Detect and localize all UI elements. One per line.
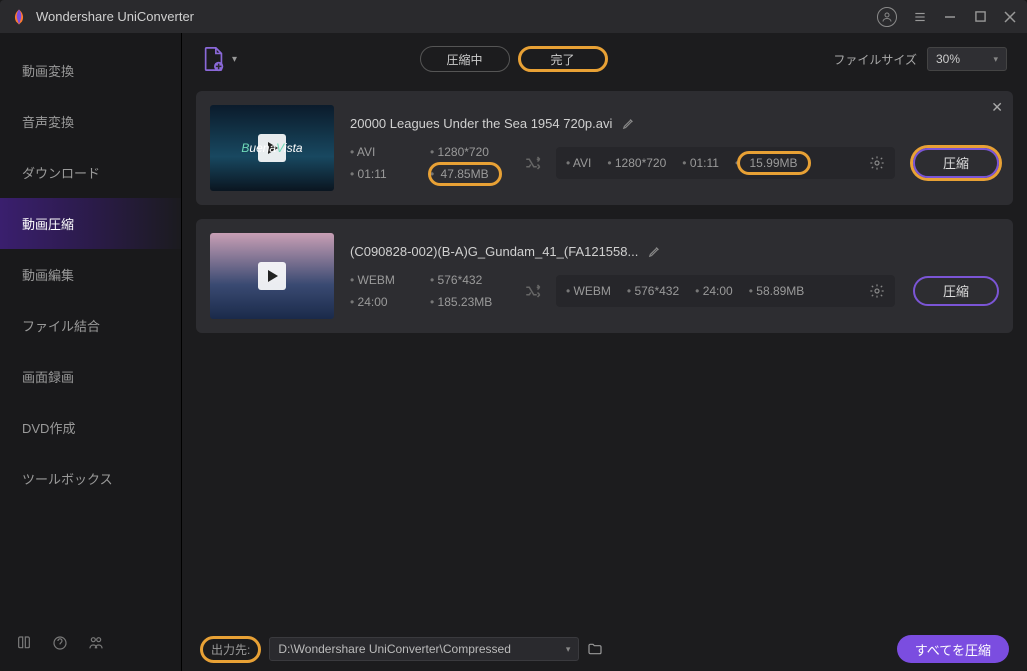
app-window: Wondershare UniConverter 動画変換 音声変換 ダウンロー… (0, 0, 1027, 671)
file-name: 20000 Leagues Under the Sea 1954 720p.av… (350, 116, 612, 131)
tab-done[interactable]: 完了 (518, 46, 608, 72)
compress-button[interactable]: 圧縮 (913, 276, 999, 306)
video-thumbnail[interactable] (210, 233, 334, 319)
source-format: AVI (350, 145, 430, 159)
sidebar-item-download[interactable]: ダウンロード (0, 147, 181, 198)
filesize-value: 30% (936, 52, 960, 66)
feedback-icon[interactable] (88, 635, 104, 651)
remove-file-button[interactable]: ✕ (991, 99, 1003, 116)
add-file-dropdown-icon[interactable]: ▾ (232, 54, 237, 65)
source-size: 47.85MB (430, 167, 510, 181)
maximize-button[interactable] (973, 10, 987, 24)
sidebar-item-video-edit[interactable]: 動画編集 (0, 249, 181, 300)
video-thumbnail[interactable]: BuenaVista (210, 105, 334, 191)
target-duration: 24:00 (695, 284, 733, 298)
sidebar-item-screen-record[interactable]: 画面録画 (0, 351, 181, 402)
settings-icon[interactable] (869, 283, 885, 299)
sidebar-item-toolbox[interactable]: ツールボックス (0, 453, 181, 504)
output-path-value: D:\Wondershare UniConverter\Compressed (278, 642, 511, 656)
sidebar-item-file-merge[interactable]: ファイル結合 (0, 300, 181, 351)
minimize-button[interactable] (943, 10, 957, 24)
convert-arrow-icon (524, 154, 542, 172)
help-icon[interactable] (52, 635, 68, 651)
convert-arrow-icon (524, 282, 542, 300)
settings-icon[interactable] (869, 155, 885, 171)
file-name: (C090828-002)(B-A)G_Gundam_41_(FA121558.… (350, 244, 638, 259)
source-format: WEBM (350, 273, 430, 287)
target-meta: WEBM 576*432 24:00 58.89MB (556, 275, 895, 307)
sidebar-item-audio-convert[interactable]: 音声変換 (0, 96, 181, 147)
target-resolution: 1280*720 (607, 156, 666, 170)
tutorial-icon[interactable] (16, 635, 32, 651)
target-size: 15.99MB (735, 156, 811, 170)
filesize-label: ファイルサイズ (833, 51, 917, 68)
app-title: Wondershare UniConverter (36, 9, 877, 24)
account-icon[interactable] (877, 7, 897, 27)
chevron-down-icon: ▾ (993, 54, 998, 65)
chevron-down-icon: ▾ (566, 644, 571, 655)
sidebar-item-dvd-create[interactable]: DVD作成 (0, 402, 181, 453)
sidebar-item-video-compress[interactable]: 動画圧縮 (0, 198, 181, 249)
sidebar-item-video-convert[interactable]: 動画変換 (0, 45, 181, 96)
play-icon (258, 262, 286, 290)
open-folder-icon[interactable] (587, 641, 603, 657)
sidebar-menu: 動画変換 音声変換 ダウンロード 動画圧縮 動画編集 ファイル結合 画面録画 D… (0, 33, 181, 621)
tab-compressing[interactable]: 圧縮中 (420, 46, 510, 72)
source-meta: AVI 1280*720 01:11 47.85MB (350, 145, 510, 181)
filesize-select[interactable]: 30% ▾ (927, 47, 1007, 71)
titlebar: Wondershare UniConverter (0, 0, 1027, 33)
target-resolution: 576*432 (627, 284, 679, 298)
target-size: 58.89MB (749, 284, 805, 298)
menu-icon[interactable] (913, 10, 927, 24)
app-logo-icon (10, 8, 28, 26)
file-list: ✕ BuenaVista 20000 Leagues Under the Sea… (182, 85, 1027, 627)
source-duration: 24:00 (350, 295, 430, 309)
target-duration: 01:11 (682, 156, 719, 170)
sidebar: 動画変換 音声変換 ダウンロード 動画圧縮 動画編集 ファイル結合 画面録画 D… (0, 33, 182, 671)
source-duration: 01:11 (350, 167, 430, 181)
output-path-select[interactable]: D:\Wondershare UniConverter\Compressed ▾ (269, 637, 579, 661)
source-size: 185.23MB (430, 295, 510, 309)
target-format: AVI (566, 156, 591, 170)
output-label: 出力先: (200, 636, 261, 663)
rename-icon[interactable] (622, 116, 636, 130)
file-card: ✕ BuenaVista 20000 Leagues Under the Sea… (196, 91, 1013, 205)
close-button[interactable] (1003, 10, 1017, 24)
toolbar: ▾ 圧縮中 完了 ファイルサイズ 30% ▾ (182, 33, 1027, 85)
compress-all-button[interactable]: すべてを圧縮 (897, 635, 1009, 663)
main-panel: ▾ 圧縮中 完了 ファイルサイズ 30% ▾ ✕ BuenaVista (182, 33, 1027, 671)
footer: 出力先: D:\Wondershare UniConverter\Compres… (182, 627, 1027, 671)
add-file-icon[interactable] (202, 46, 226, 72)
rename-icon[interactable] (648, 244, 662, 258)
target-meta: AVI 1280*720 01:11 15.99MB (556, 147, 895, 179)
file-card: (C090828-002)(B-A)G_Gundam_41_(FA121558.… (196, 219, 1013, 333)
source-resolution: 576*432 (430, 273, 510, 287)
source-resolution: 1280*720 (430, 145, 510, 159)
target-format: WEBM (566, 284, 611, 298)
source-meta: WEBM 576*432 24:00 185.23MB (350, 273, 510, 309)
compress-button[interactable]: 圧縮 (913, 148, 999, 178)
